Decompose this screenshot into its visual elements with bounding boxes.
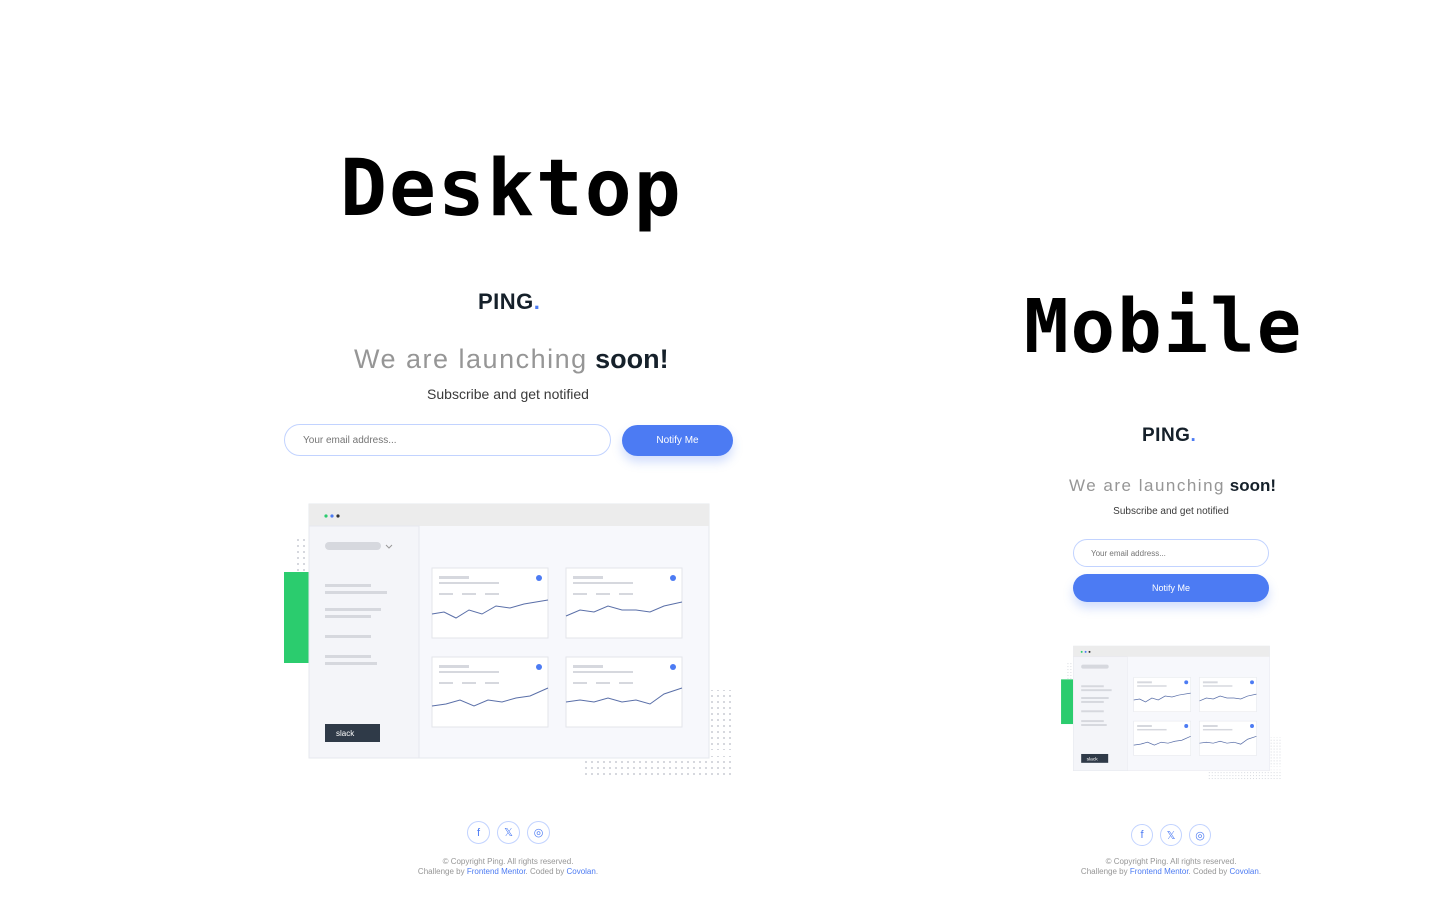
- desktop-logo: PING.: [478, 289, 540, 315]
- logo-text: PING: [1142, 425, 1191, 446]
- headline-bold: soon!: [595, 344, 669, 374]
- headline-light: We are launching: [354, 344, 588, 374]
- svg-text:slack: slack: [1087, 756, 1099, 762]
- credit-prefix: Challenge by: [417, 867, 467, 876]
- desktop-dashboard-illustration: slack: [284, 502, 736, 777]
- dots-right: [710, 690, 734, 750]
- logo-dot: .: [1190, 425, 1197, 446]
- desktop-footer: © Copyright Ping. All rights reserved. C…: [358, 857, 658, 877]
- mobile-social-links: f 𝕏 ◎: [1131, 824, 1211, 846]
- instagram-icon[interactable]: ◎: [1189, 824, 1211, 846]
- desktop-subtitle: Subscribe and get notified: [427, 386, 589, 402]
- coded-prefix: . Coded by: [525, 867, 567, 876]
- desktop-social-links: f 𝕏 ◎: [467, 821, 550, 844]
- desktop-email-input[interactable]: [284, 424, 611, 456]
- mobile-footer: © Copyright Ping. All rights reserved. C…: [1021, 857, 1321, 877]
- copyright-text: © Copyright Ping. All rights reserved.: [442, 857, 574, 866]
- logo-dot: .: [533, 289, 541, 314]
- instagram-icon[interactable]: ◎: [527, 821, 550, 844]
- logo-text: PING: [478, 289, 534, 314]
- headline-light: We are launching: [1069, 476, 1225, 495]
- mobile-notify-button[interactable]: Notify Me: [1073, 574, 1269, 602]
- mobile-dashboard-illustration: slack: [1061, 645, 1283, 780]
- author-link[interactable]: Covolan: [1229, 867, 1258, 876]
- headline-bold: soon!: [1229, 476, 1277, 495]
- frontend-mentor-link[interactable]: Frontend Mentor: [1130, 867, 1189, 876]
- credit-suffix: .: [1258, 867, 1262, 876]
- credit-line: Challenge by Frontend Mentor. Coded by C…: [358, 867, 658, 877]
- dots-bottom: [582, 756, 734, 776]
- mobile-subtitle: Subscribe and get notified: [1113, 506, 1229, 517]
- x-icon[interactable]: 𝕏: [497, 821, 520, 844]
- desktop-headline: We are launching soon!: [354, 344, 669, 375]
- x-icon[interactable]: 𝕏: [1160, 824, 1182, 846]
- copyright-text: © Copyright Ping. All rights reserved.: [1105, 857, 1237, 866]
- desktop-heading: Desktop: [340, 144, 683, 234]
- credit-suffix: .: [595, 867, 599, 876]
- frontend-mentor-link[interactable]: Frontend Mentor: [467, 867, 526, 876]
- svg-text:slack: slack: [336, 729, 355, 738]
- credit-line: Challenge by Frontend Mentor. Coded by C…: [1021, 867, 1321, 877]
- mobile-email-input[interactable]: [1073, 539, 1269, 567]
- author-link[interactable]: Covolan: [566, 867, 595, 876]
- mobile-logo: PING.: [1142, 425, 1196, 447]
- mobile-headline: We are launching soon!: [1069, 476, 1276, 496]
- mobile-heading: Mobile: [1024, 284, 1304, 370]
- credit-prefix: Challenge by: [1080, 867, 1130, 876]
- facebook-icon[interactable]: f: [1131, 824, 1153, 846]
- desktop-notify-button[interactable]: Notify Me: [622, 425, 733, 456]
- facebook-icon[interactable]: f: [467, 821, 490, 844]
- coded-prefix: . Coded by: [1188, 867, 1230, 876]
